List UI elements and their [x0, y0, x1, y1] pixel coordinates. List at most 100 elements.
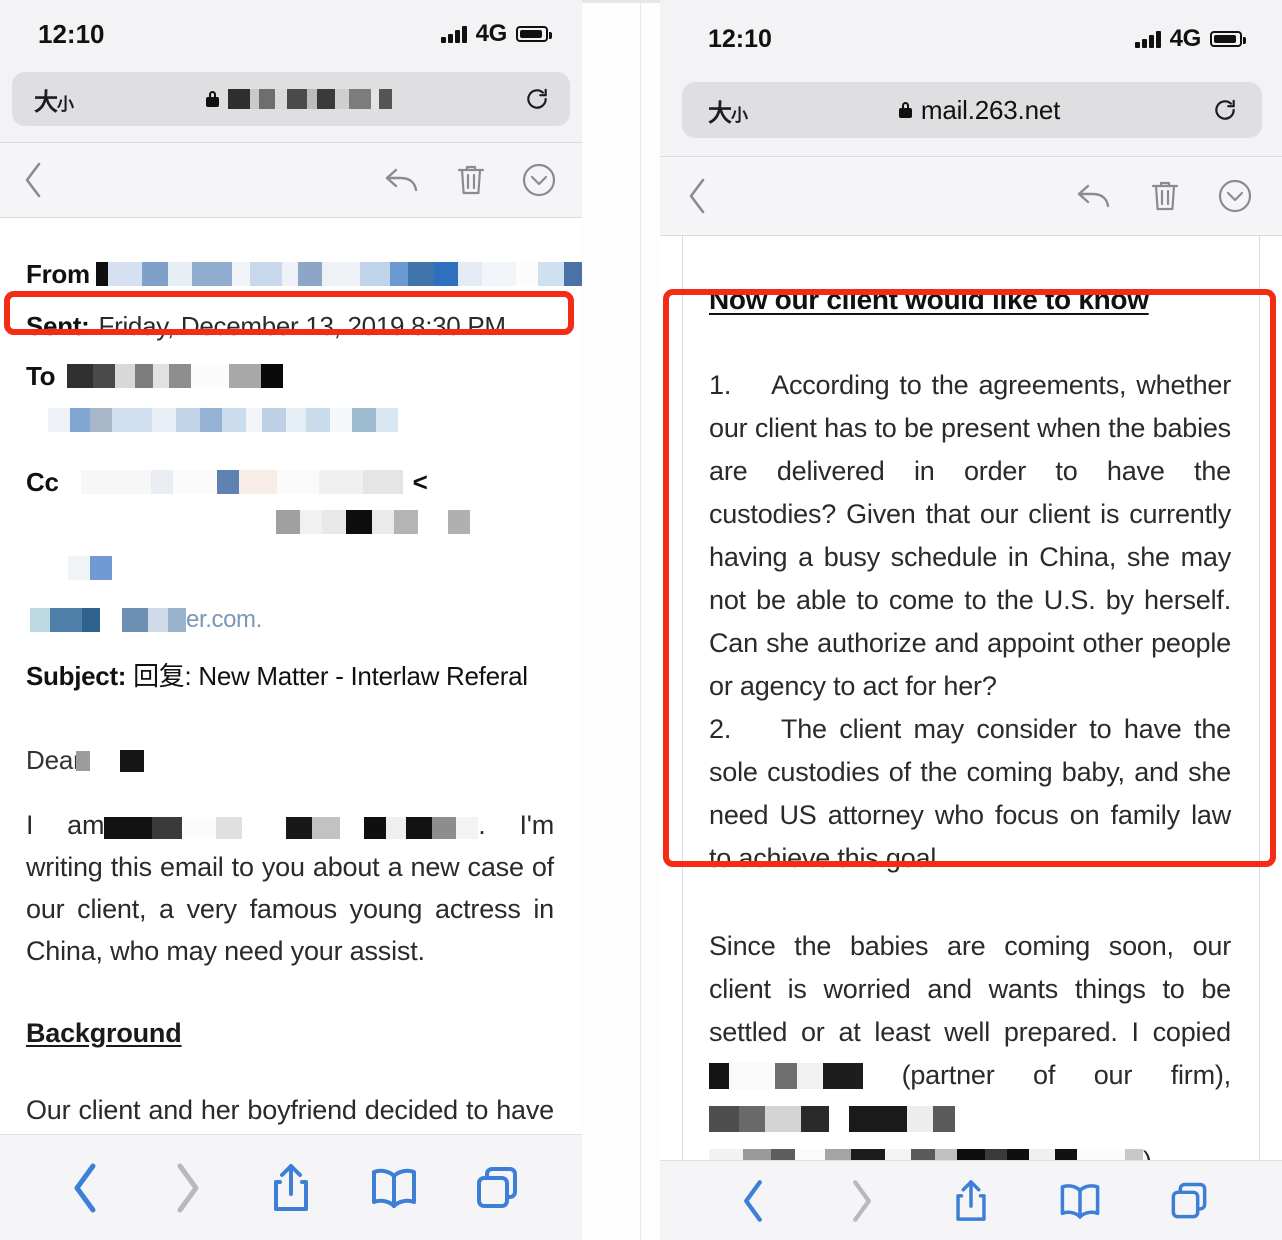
subject-label: Subject:: [26, 661, 127, 691]
closing-redacted-2: [709, 1106, 955, 1132]
greeting-text: Dear: [26, 745, 82, 775]
to-redacted-value-2: [48, 407, 398, 433]
right-mail-toolbar: [660, 156, 1282, 236]
item1-text: According to the agreements, whether our…: [709, 370, 1231, 701]
left-urlbar-container: 大小: [0, 68, 582, 142]
cc-row-3: [26, 548, 554, 588]
cc-label: Cc: [26, 466, 59, 497]
left-status-time: 12:10: [38, 18, 105, 49]
to-label: To: [26, 360, 56, 391]
bookmarks-button[interactable]: [1026, 1181, 1135, 1221]
background-heading: Background: [26, 1018, 182, 1048]
question-item-1: 1. According to the agreements, whether …: [709, 364, 1231, 708]
sent-date-line: Sent: Friday, December 13, 2019 8:30 PM: [26, 304, 554, 348]
to-row-continued: [26, 400, 554, 440]
intro-redacted: [104, 817, 479, 839]
reload-icon[interactable]: [1212, 97, 1238, 123]
item2-text: The client may consider to have the sole…: [709, 714, 1231, 873]
text-size-button[interactable]: 大小: [34, 82, 74, 117]
cc-domain-redacted-2: [122, 607, 186, 633]
closing-redacted-1: [709, 1063, 863, 1089]
right-url-display[interactable]: mail.263.net: [747, 95, 1212, 126]
greeting-row: Dear: [26, 745, 554, 776]
back-chevron-icon[interactable]: [22, 161, 44, 199]
left-url-display[interactable]: [73, 88, 524, 110]
nav-back-button[interactable]: [34, 1160, 137, 1216]
intro-prefix: I am: [26, 810, 105, 840]
greeting-redacted: [75, 748, 144, 774]
panel-divider: [640, 0, 641, 1240]
reload-icon[interactable]: [524, 86, 550, 112]
signal-bars-icon: [441, 25, 467, 43]
right-status-indicators: 4G: [1135, 25, 1246, 53]
sent-label: Sent:: [26, 310, 90, 341]
left-phone-frame: 12:10 4G 大小 From Sent: Friday, December …: [0, 0, 582, 1240]
item2-number: 2.: [709, 714, 732, 744]
back-chevron-icon[interactable]: [686, 177, 708, 215]
item1-number: 1.: [709, 370, 732, 400]
right-status-bar: 12:10 4G: [660, 0, 1282, 78]
left-address-bar[interactable]: 大小: [12, 72, 570, 126]
cc-row-2: [26, 502, 554, 542]
battery-icon: [1210, 31, 1246, 47]
left-phone-screenshot: 12:10 4G 大小 From Sent: Friday, December …: [0, 0, 582, 1240]
left-mail-body: From Sent: Friday, December 13, 2019 8:3…: [0, 218, 582, 1215]
subject-value: 回复: New Matter - Interlaw Referal: [133, 661, 528, 691]
right-safari-toolbar: [660, 1160, 1282, 1240]
closing-text-2: (partner of our firm),: [901, 1060, 1232, 1090]
right-network-label: 4G: [1169, 25, 1202, 52]
right-phone-frame: 12:10 4G 大小 mail.263.net Now our client …: [660, 0, 1282, 1240]
nav-forward-button[interactable]: [807, 1177, 916, 1225]
sent-date-value: Friday, December 13, 2019 8:30 PM: [98, 310, 507, 341]
left-mail-toolbar: [0, 142, 582, 218]
right-urlbar-container: 大小 mail.263.net: [660, 78, 1282, 156]
tabs-button[interactable]: [445, 1165, 548, 1211]
right-status-time: 12:10: [708, 24, 772, 53]
lock-icon: [898, 102, 912, 118]
right-phone-screenshot: 12:10 4G 大小 mail.263.net Now our client …: [660, 0, 1282, 1240]
trash-can-icon[interactable]: [1150, 179, 1180, 213]
right-address-bar[interactable]: 大小 mail.263.net: [682, 82, 1262, 138]
left-url-redacted: [227, 88, 392, 110]
closing-text-1: Since the babies are coming soon, our cl…: [709, 931, 1231, 1047]
battery-icon: [516, 26, 552, 42]
subject-row: Subject: 回复: New Matter - Interlaw Refer…: [26, 656, 554, 693]
nav-forward-button[interactable]: [137, 1160, 240, 1216]
left-network-label: 4G: [475, 20, 508, 47]
trash-can-icon[interactable]: [456, 163, 486, 197]
nav-back-button[interactable]: [698, 1177, 807, 1225]
from-redacted-value: [95, 261, 582, 287]
reply-arrow-icon[interactable]: [384, 164, 420, 196]
closing-paragraph: Since the babies are coming soon, our cl…: [709, 925, 1231, 1183]
to-redacted-value: [67, 363, 284, 389]
text-size-button[interactable]: 大小: [708, 93, 748, 128]
share-button[interactable]: [916, 1178, 1025, 1224]
signal-bars-icon: [1135, 30, 1161, 48]
cc-domain-text: er.com.: [186, 606, 262, 633]
left-status-bar: 12:10 4G: [0, 0, 582, 68]
question-item-2: 2. The client may consider to have the s…: [709, 708, 1231, 880]
share-button[interactable]: [240, 1162, 343, 1214]
cc-redacted-value-2: [276, 509, 470, 535]
chevron-down-circle-icon[interactable]: [522, 163, 556, 197]
to-row: To: [26, 356, 554, 396]
from-label: From: [26, 258, 90, 289]
url-text: mail.263.net: [920, 94, 1061, 125]
from-row: From: [26, 254, 582, 294]
cc-angle-bracket: <: [412, 466, 428, 497]
cc-domain-row: er.com.: [26, 600, 554, 640]
lock-icon: [205, 91, 219, 107]
screenshot-stage: 12:10 4G 大小 From Sent: Friday, December …: [0, 0, 1282, 1240]
tabs-button[interactable]: [1135, 1181, 1244, 1221]
chevron-down-circle-icon[interactable]: [1218, 179, 1252, 213]
intro-paragraph: I am. I'm writing this email to you abou…: [26, 804, 554, 972]
left-safari-toolbar: [0, 1134, 582, 1240]
cc-redacted-value: [80, 469, 403, 495]
cc-redacted-value-3: [68, 555, 112, 581]
cc-row: Cc <: [26, 462, 554, 502]
left-status-indicators: 4G: [441, 20, 552, 48]
reply-arrow-icon[interactable]: [1076, 180, 1112, 212]
cc-domain-redacted: [30, 607, 100, 633]
bookmarks-button[interactable]: [342, 1166, 445, 1210]
right-mail-body: Now our client would like to know 1. Acc…: [682, 236, 1260, 1236]
